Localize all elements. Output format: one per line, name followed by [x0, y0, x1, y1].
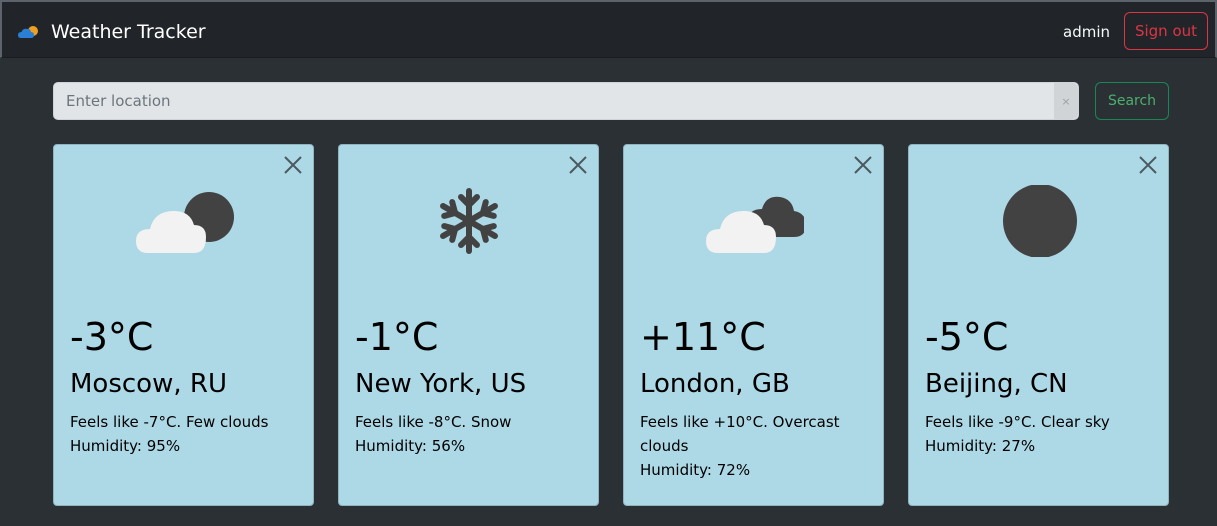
weather-details: Feels like -9°C. Clear sky Humidity: 27%	[925, 410, 1160, 458]
clear-search-button[interactable]: ×	[1054, 83, 1078, 119]
humidity-text: Humidity: 72%	[640, 461, 751, 479]
weather-details: Feels like +10°C. Overcast clouds Humidi…	[640, 410, 875, 482]
search-button[interactable]: Search	[1095, 82, 1169, 120]
close-icon[interactable]	[1138, 155, 1158, 175]
cloud-sun-icon	[18, 26, 38, 38]
page: Weather Tracker admin Sign out × Search …	[0, 0, 1217, 526]
weather-details: Feels like -8°C. Snow Humidity: 56%	[355, 410, 590, 458]
close-icon[interactable]	[568, 155, 588, 175]
city-name: New York, US	[355, 369, 527, 399]
temperature: +11°C	[640, 315, 766, 359]
weather-card-london: +11°C London, GB Feels like +10°C. Overc…	[623, 144, 884, 506]
sign-out-button[interactable]: Sign out	[1124, 12, 1208, 50]
feels-like-text: Feels like -7°C. Few clouds	[70, 413, 269, 431]
city-name: London, GB	[640, 369, 790, 399]
search-field: ×	[53, 82, 1079, 120]
close-icon[interactable]	[853, 155, 873, 175]
feels-like-text: Feels like -9°C. Clear sky	[925, 413, 1110, 431]
humidity-text: Humidity: 27%	[925, 437, 1036, 455]
overcast-clouds-icon	[706, 196, 804, 253]
feels-like-text: Feels like +10°C. Overcast clouds	[640, 413, 840, 455]
city-name: Moscow, RU	[70, 369, 227, 399]
clear-night-moon-icon	[1003, 185, 1077, 257]
weather-card-new-york: -1°C New York, US Feels like -8°C. Snow …	[338, 144, 599, 506]
humidity-text: Humidity: 95%	[70, 437, 181, 455]
navbar: Weather Tracker admin Sign out	[0, 0, 1217, 58]
app-title: Weather Tracker	[51, 21, 206, 43]
weather-details: Feels like -7°C. Few clouds Humidity: 95…	[70, 410, 305, 458]
humidity-text: Humidity: 56%	[355, 437, 466, 455]
feels-like-text: Feels like -8°C. Snow	[355, 413, 512, 431]
city-name: Beijing, CN	[925, 369, 1068, 399]
weather-card-beijing: -5°C Beijing, CN Feels like -9°C. Clear …	[908, 144, 1169, 506]
user-name: admin	[1063, 23, 1110, 41]
location-search-input[interactable]	[54, 83, 1054, 119]
snowflake-icon	[440, 188, 498, 254]
temperature: -3°C	[70, 315, 154, 359]
few-clouds-night-icon	[136, 192, 234, 253]
brand[interactable]: Weather Tracker	[18, 21, 206, 43]
temperature: -5°C	[925, 315, 1009, 359]
close-icon[interactable]	[283, 155, 303, 175]
weather-card-moscow: -3°C Moscow, RU Feels like -7°C. Few clo…	[53, 144, 314, 506]
temperature: -1°C	[355, 315, 439, 359]
